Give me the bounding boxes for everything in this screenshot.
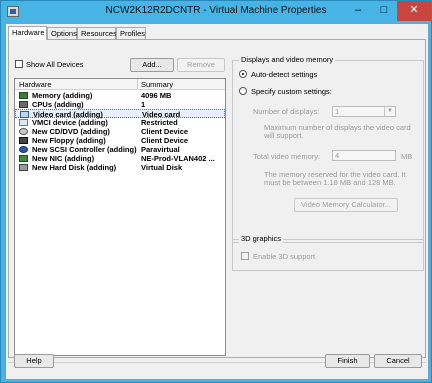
column-header-summary[interactable]: Summary	[141, 80, 173, 89]
hardware-row-name: CPUs (adding)	[32, 100, 84, 109]
help-button[interactable]: Help	[14, 354, 54, 368]
hardware-row-name: New SCSI Controller (adding)	[32, 145, 137, 154]
title-bar[interactable]: NCW2K12R2DCNTR - Virtual Machine Propert…	[1, 1, 431, 23]
memory-icon	[19, 92, 28, 99]
nic-icon	[19, 155, 28, 162]
max-displays-note: Maximum number of displays the video car…	[264, 123, 411, 140]
hardware-row-memory[interactable]: Memory (adding) 4096 MB	[15, 91, 225, 100]
close-button[interactable]: ✕	[397, 1, 431, 21]
hardware-table: Hardware Summary Memory (adding) 4096 MB…	[14, 78, 226, 356]
hardware-row-hard-disk[interactable]: New Hard Disk (adding) Virtual Disk	[15, 163, 225, 172]
total-video-memory-input[interactable]: 4	[332, 150, 396, 161]
show-all-devices-label: Show All Devices	[26, 60, 84, 69]
floppy-icon	[19, 137, 28, 144]
video-memory-calculator-button[interactable]: Video Memory Calculator...	[294, 198, 398, 212]
num-displays-dropdown[interactable]: 1 ▼	[332, 106, 396, 117]
hardware-row-summary: Client Device	[141, 136, 189, 145]
hardware-row-summary: Virtual Disk	[141, 163, 183, 172]
hardware-row-scsi-controller[interactable]: New SCSI Controller (adding) Paravirtual	[15, 145, 225, 154]
minimize-button[interactable]: –	[345, 1, 371, 21]
column-header-hardware[interactable]: Hardware	[19, 80, 52, 89]
hardware-row-summary: NE-Prod-VLAN402 ...	[141, 154, 215, 163]
video-memory-note: The memory reserved for the video card. …	[264, 170, 406, 187]
maximize-button[interactable]: □	[371, 1, 397, 21]
hardware-row-cd-dvd[interactable]: New CD/DVD (adding) Client Device	[15, 127, 225, 136]
hardware-row-name: New Hard Disk (adding)	[32, 163, 117, 172]
hardware-row-cpus[interactable]: CPUs (adding) 1	[15, 100, 225, 109]
vmci-device-icon	[19, 119, 28, 126]
vm-properties-window: NCW2K12R2DCNTR - Virtual Machine Propert…	[0, 0, 432, 383]
displays-video-memory-title: Displays and video memory	[239, 55, 336, 64]
cancel-button[interactable]: Cancel	[374, 354, 422, 368]
hardware-table-header: Hardware Summary	[15, 79, 225, 90]
custom-settings-radio[interactable]	[239, 87, 247, 95]
hardware-row-summary: Client Device	[141, 127, 189, 136]
total-video-memory-label: Total video memory:	[253, 152, 321, 161]
hardware-row-nic[interactable]: New NIC (adding) NE-Prod-VLAN402 ...	[15, 154, 225, 163]
tab-resources[interactable]: Resources	[77, 27, 117, 39]
total-video-memory-unit: MB	[401, 152, 413, 161]
hardware-row-summary: 4096 MB	[141, 91, 172, 100]
custom-settings-label: Specify custom settings:	[251, 87, 332, 96]
displays-video-memory-group: Displays and video memory Auto-detect se…	[232, 55, 424, 243]
hard-disk-icon	[19, 164, 28, 171]
add-button[interactable]: Add...	[130, 58, 174, 72]
hardware-row-name: Memory (adding)	[32, 91, 93, 100]
num-displays-label: Number of displays:	[253, 107, 320, 116]
cpu-icon	[19, 101, 28, 108]
remove-button[interactable]: Remove	[177, 58, 225, 72]
hardware-tab-panel: Show All Devices Add... Remove Hardware …	[8, 39, 426, 358]
auto-detect-label: Auto-detect settings	[251, 70, 318, 79]
hardware-row-name: New Floppy (adding)	[32, 136, 106, 145]
auto-detect-radio[interactable]	[239, 70, 247, 78]
hardware-row-vmci-device[interactable]: VMCI device (adding) Restricted	[15, 118, 225, 127]
cd-dvd-icon	[19, 128, 28, 135]
show-all-devices-checkbox[interactable]	[15, 60, 23, 68]
hardware-row-name: VMCI device (adding)	[32, 118, 108, 127]
enable-3d-label: Enable 3D support	[253, 252, 316, 261]
graphics-3d-group: 3D graphics Enable 3D support	[232, 234, 424, 271]
enable-3d-checkbox[interactable]	[241, 252, 249, 260]
hardware-row-summary: Paravirtual	[141, 145, 180, 154]
video-card-icon	[20, 111, 29, 118]
chevron-down-icon: ▼	[384, 107, 395, 116]
graphics-3d-title: 3D graphics	[239, 234, 284, 243]
hardware-row-summary: Restricted	[141, 118, 178, 127]
hardware-row-floppy[interactable]: New Floppy (adding) Client Device	[15, 136, 225, 145]
hardware-row-name: New CD/DVD (adding)	[32, 127, 110, 136]
hardware-row-name: New NIC (adding)	[32, 154, 95, 163]
tab-hardware[interactable]: Hardware	[8, 26, 47, 40]
num-displays-value: 1	[335, 107, 340, 116]
tab-profiles[interactable]: Profiles	[116, 27, 146, 39]
scsi-controller-icon	[19, 146, 28, 153]
hardware-row-video-card[interactable]: Video card (adding) Video card	[15, 109, 225, 119]
hardware-row-summary: 1	[141, 100, 146, 109]
dialog-client-area: Hardware Options Resources Profiles Show…	[5, 23, 429, 380]
tab-options[interactable]: Options	[47, 27, 77, 39]
finish-button[interactable]: Finish	[325, 354, 370, 368]
